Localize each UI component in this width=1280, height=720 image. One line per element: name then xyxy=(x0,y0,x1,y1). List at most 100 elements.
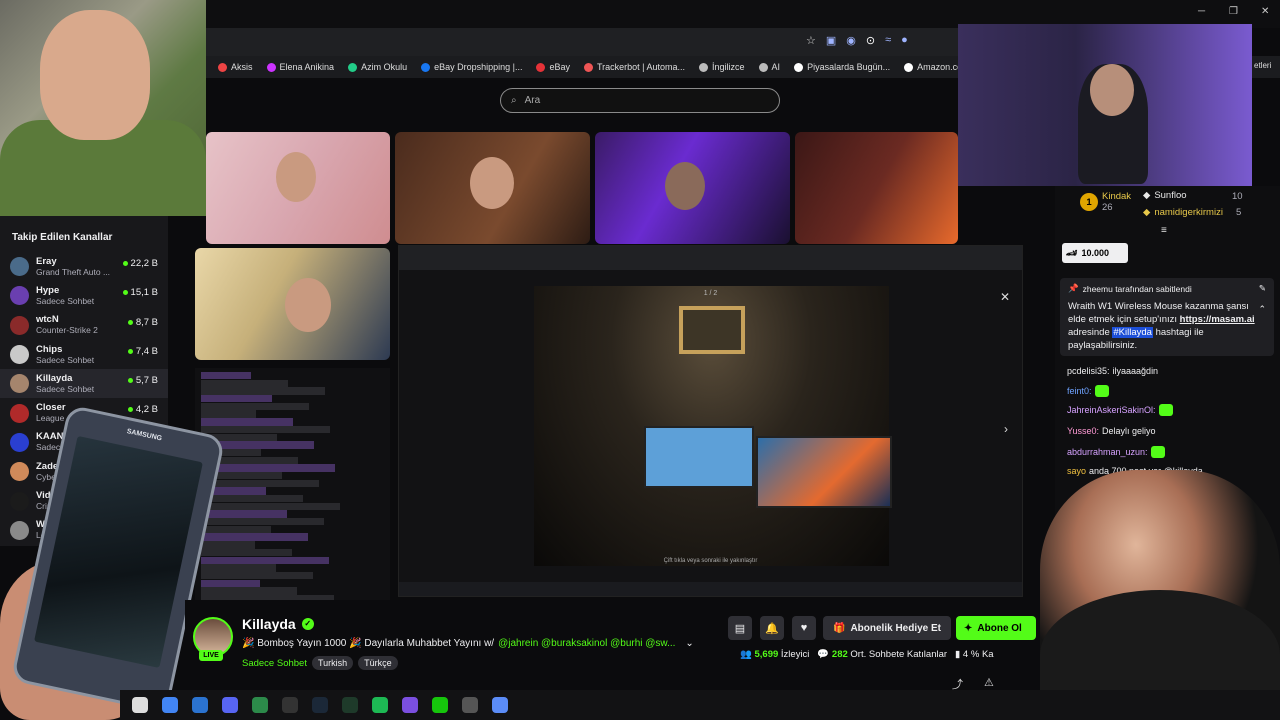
chat-username[interactable]: sayo xyxy=(1067,466,1086,476)
video-tile[interactable] xyxy=(595,132,790,244)
pinned-link[interactable]: https://masam.ai xyxy=(1180,314,1255,325)
chat-username[interactable]: JahreinAskeriSakinOl: xyxy=(1067,405,1156,415)
taskbar-app-icon[interactable] xyxy=(162,697,178,713)
theater-mode-button[interactable]: ▤ xyxy=(728,616,752,640)
stream-title-mentions[interactable]: @jahrein @buraksakinol @burhi @sw... xyxy=(498,638,675,649)
phone-screen xyxy=(34,435,203,668)
chat-message[interactable]: Yusse0: Delaylı geliyo xyxy=(1067,426,1156,436)
feed-line xyxy=(201,379,288,388)
sidebar-item-killayda[interactable]: Killayda Sadece Sohbet 5,7 B xyxy=(0,369,168,399)
bookmark-item[interactable]: AI xyxy=(758,62,780,72)
bookmark-item[interactable]: Elena Anikina xyxy=(266,62,334,72)
car-icon: 🏎 xyxy=(1066,247,1078,258)
chatter-count: 💬 282 Ort. Sohbete Katılanlar xyxy=(817,649,948,660)
kick-amount-pill[interactable]: 🏎 10.000 xyxy=(1062,243,1128,263)
video-tile[interactable] xyxy=(395,132,590,244)
sidebar-item-eray[interactable]: Eray Grand Theft Auto ... 22,2 B xyxy=(0,252,168,281)
channel-name: Killayda xyxy=(36,372,73,384)
bookmark-item[interactable]: İngilizce xyxy=(699,62,745,72)
video-tile[interactable] xyxy=(195,248,390,360)
stream-stats: 👥 5,699 İzleyici 💬 282 Ort. Sohbete Katı… xyxy=(740,649,994,660)
pinned-hashtag[interactable]: #Killayda xyxy=(1112,327,1153,338)
leaderboard-entry[interactable]: ◆ Sunfloo xyxy=(1143,190,1187,201)
notification-bell-button[interactable]: 🔔 xyxy=(760,616,784,640)
streamer-name[interactable]: Killayda ✓ xyxy=(242,616,314,632)
bookmark-item[interactable]: eBay Dropshipping |... xyxy=(421,62,522,72)
bookmark-icon xyxy=(794,62,804,72)
bookmark-item[interactable]: Trackerbot | Automa... xyxy=(583,62,685,72)
category-link[interactable]: Sadece Sohbet xyxy=(242,658,307,669)
sidebar-item-hype[interactable]: Hype Sadece Sohbet 15,1 B xyxy=(0,281,168,310)
sidebar-item-wtcn[interactable]: wtcN Counter-Strike 2 8,7 B xyxy=(0,311,168,340)
taskbar-app-icon[interactable] xyxy=(282,697,298,713)
extension-icon[interactable]: ⊙ xyxy=(866,34,875,47)
taskbar-app-icon[interactable] xyxy=(402,697,418,713)
tag-badge[interactable]: Türkçe xyxy=(358,656,398,670)
pin-icon: 📌 xyxy=(1068,283,1079,293)
leaderboard-name: Sunfloo xyxy=(1154,190,1187,201)
video-tile[interactable] xyxy=(795,132,958,244)
search-input[interactable]: ⌕ Ara xyxy=(500,88,780,113)
chat-username[interactable]: feint0: xyxy=(1067,386,1092,396)
bookmarks-overflow[interactable]: etleri xyxy=(1254,61,1271,70)
taskbar-app-icon[interactable] xyxy=(492,697,508,713)
pinned-by: zheemu tarafından sabitlendi xyxy=(1082,283,1192,294)
chat-text: ilyaaaağdin xyxy=(1112,366,1159,376)
streamer-name-text: Killayda xyxy=(242,616,296,632)
feed-line xyxy=(201,387,325,395)
extension-icon[interactable]: ≈ xyxy=(885,34,891,47)
bookmark-label: eBay Dropshipping |... xyxy=(434,62,523,72)
taskbar-app-icon[interactable] xyxy=(192,697,208,713)
chevron-down-icon[interactable]: ⌄ xyxy=(685,638,693,649)
extension-icon[interactable]: ▣ xyxy=(826,34,836,47)
chat-message[interactable]: abdurrahman_uzun: xyxy=(1067,446,1165,458)
taskbar-app-icon[interactable] xyxy=(462,697,478,713)
pin-toggle-icon[interactable]: ✎ xyxy=(1259,283,1266,294)
taskbar-app-icon[interactable] xyxy=(342,697,358,713)
chat-message[interactable]: pcdelisi35: ilyaaaağdin xyxy=(1067,366,1158,376)
bookmark-label: eBay xyxy=(549,62,570,72)
chat-username[interactable]: pcdelisi35: xyxy=(1067,366,1110,376)
embedded-taskbar xyxy=(399,582,1022,596)
extension-icon[interactable]: ◉ xyxy=(846,34,856,47)
channel-category: Sadece Sohbet xyxy=(36,383,95,394)
report-icon[interactable]: ⚠ xyxy=(984,676,994,689)
bookmark-star-icon[interactable]: ☆ xyxy=(806,34,816,47)
chevron-right-icon[interactable]: › xyxy=(1004,422,1008,436)
bookmark-item[interactable]: Aksis xyxy=(218,62,253,72)
leaderboard-entry[interactable]: 1 Kindak 26 xyxy=(1080,191,1131,213)
chevron-up-icon[interactable]: ⌃ xyxy=(1258,304,1266,315)
sidebar-item-chips[interactable]: Chips Sadece Sohbet 7,4 B xyxy=(0,340,168,369)
taskbar-app-icon[interactable] xyxy=(432,697,448,713)
viewer-count: 15,1 B xyxy=(122,287,158,298)
expand-icon[interactable]: ≡ xyxy=(1161,225,1167,236)
bookmark-item[interactable]: eBay xyxy=(536,62,570,72)
extension-icon[interactable]: ● xyxy=(901,34,908,47)
taskbar-app-icon[interactable] xyxy=(312,697,328,713)
minimize-icon[interactable]: ─ xyxy=(1198,6,1205,17)
main-video-player[interactable]: 1 / 2 ✕ › Çift tıkla veya sonraki ile ya… xyxy=(398,245,1023,597)
viewer-count: 22,2 B xyxy=(122,258,158,269)
chat-message[interactable]: feint0: xyxy=(1067,385,1109,397)
leaderboard-entry[interactable]: ◆ namidigerkirmizi xyxy=(1143,207,1223,218)
gift-subscription-button[interactable]: 🎁 Abonelik Hediye Et xyxy=(823,616,951,640)
bookmark-item[interactable]: Azim Okulu xyxy=(348,62,407,72)
taskbar-app-icon[interactable] xyxy=(222,697,238,713)
taskbar-app-icon[interactable] xyxy=(132,697,148,713)
chat-username[interactable]: Yusse0: xyxy=(1067,426,1099,436)
close-icon[interactable]: ✕ xyxy=(1000,290,1010,304)
tag-badge[interactable]: Turkish xyxy=(311,656,354,670)
setup-photo xyxy=(534,286,892,566)
subscribe-button[interactable]: ✦ Abone Ol xyxy=(956,616,1036,640)
chat-message[interactable]: JahreinAskeriSakinOl: xyxy=(1067,404,1173,416)
follow-heart-button[interactable]: ♥ xyxy=(792,616,816,640)
video-tile[interactable] xyxy=(206,132,390,244)
close-window-icon[interactable]: ✕ xyxy=(1261,6,1269,17)
maximize-icon[interactable]: ❐ xyxy=(1229,6,1238,17)
feed-line xyxy=(201,502,340,511)
feed-line xyxy=(201,541,255,549)
taskbar-app-icon[interactable] xyxy=(252,697,268,713)
chat-username[interactable]: abdurrahman_uzun: xyxy=(1067,447,1148,457)
taskbar-app-icon[interactable] xyxy=(372,697,388,713)
bookmark-item[interactable]: Piyasalarda Bugün... xyxy=(794,62,890,72)
